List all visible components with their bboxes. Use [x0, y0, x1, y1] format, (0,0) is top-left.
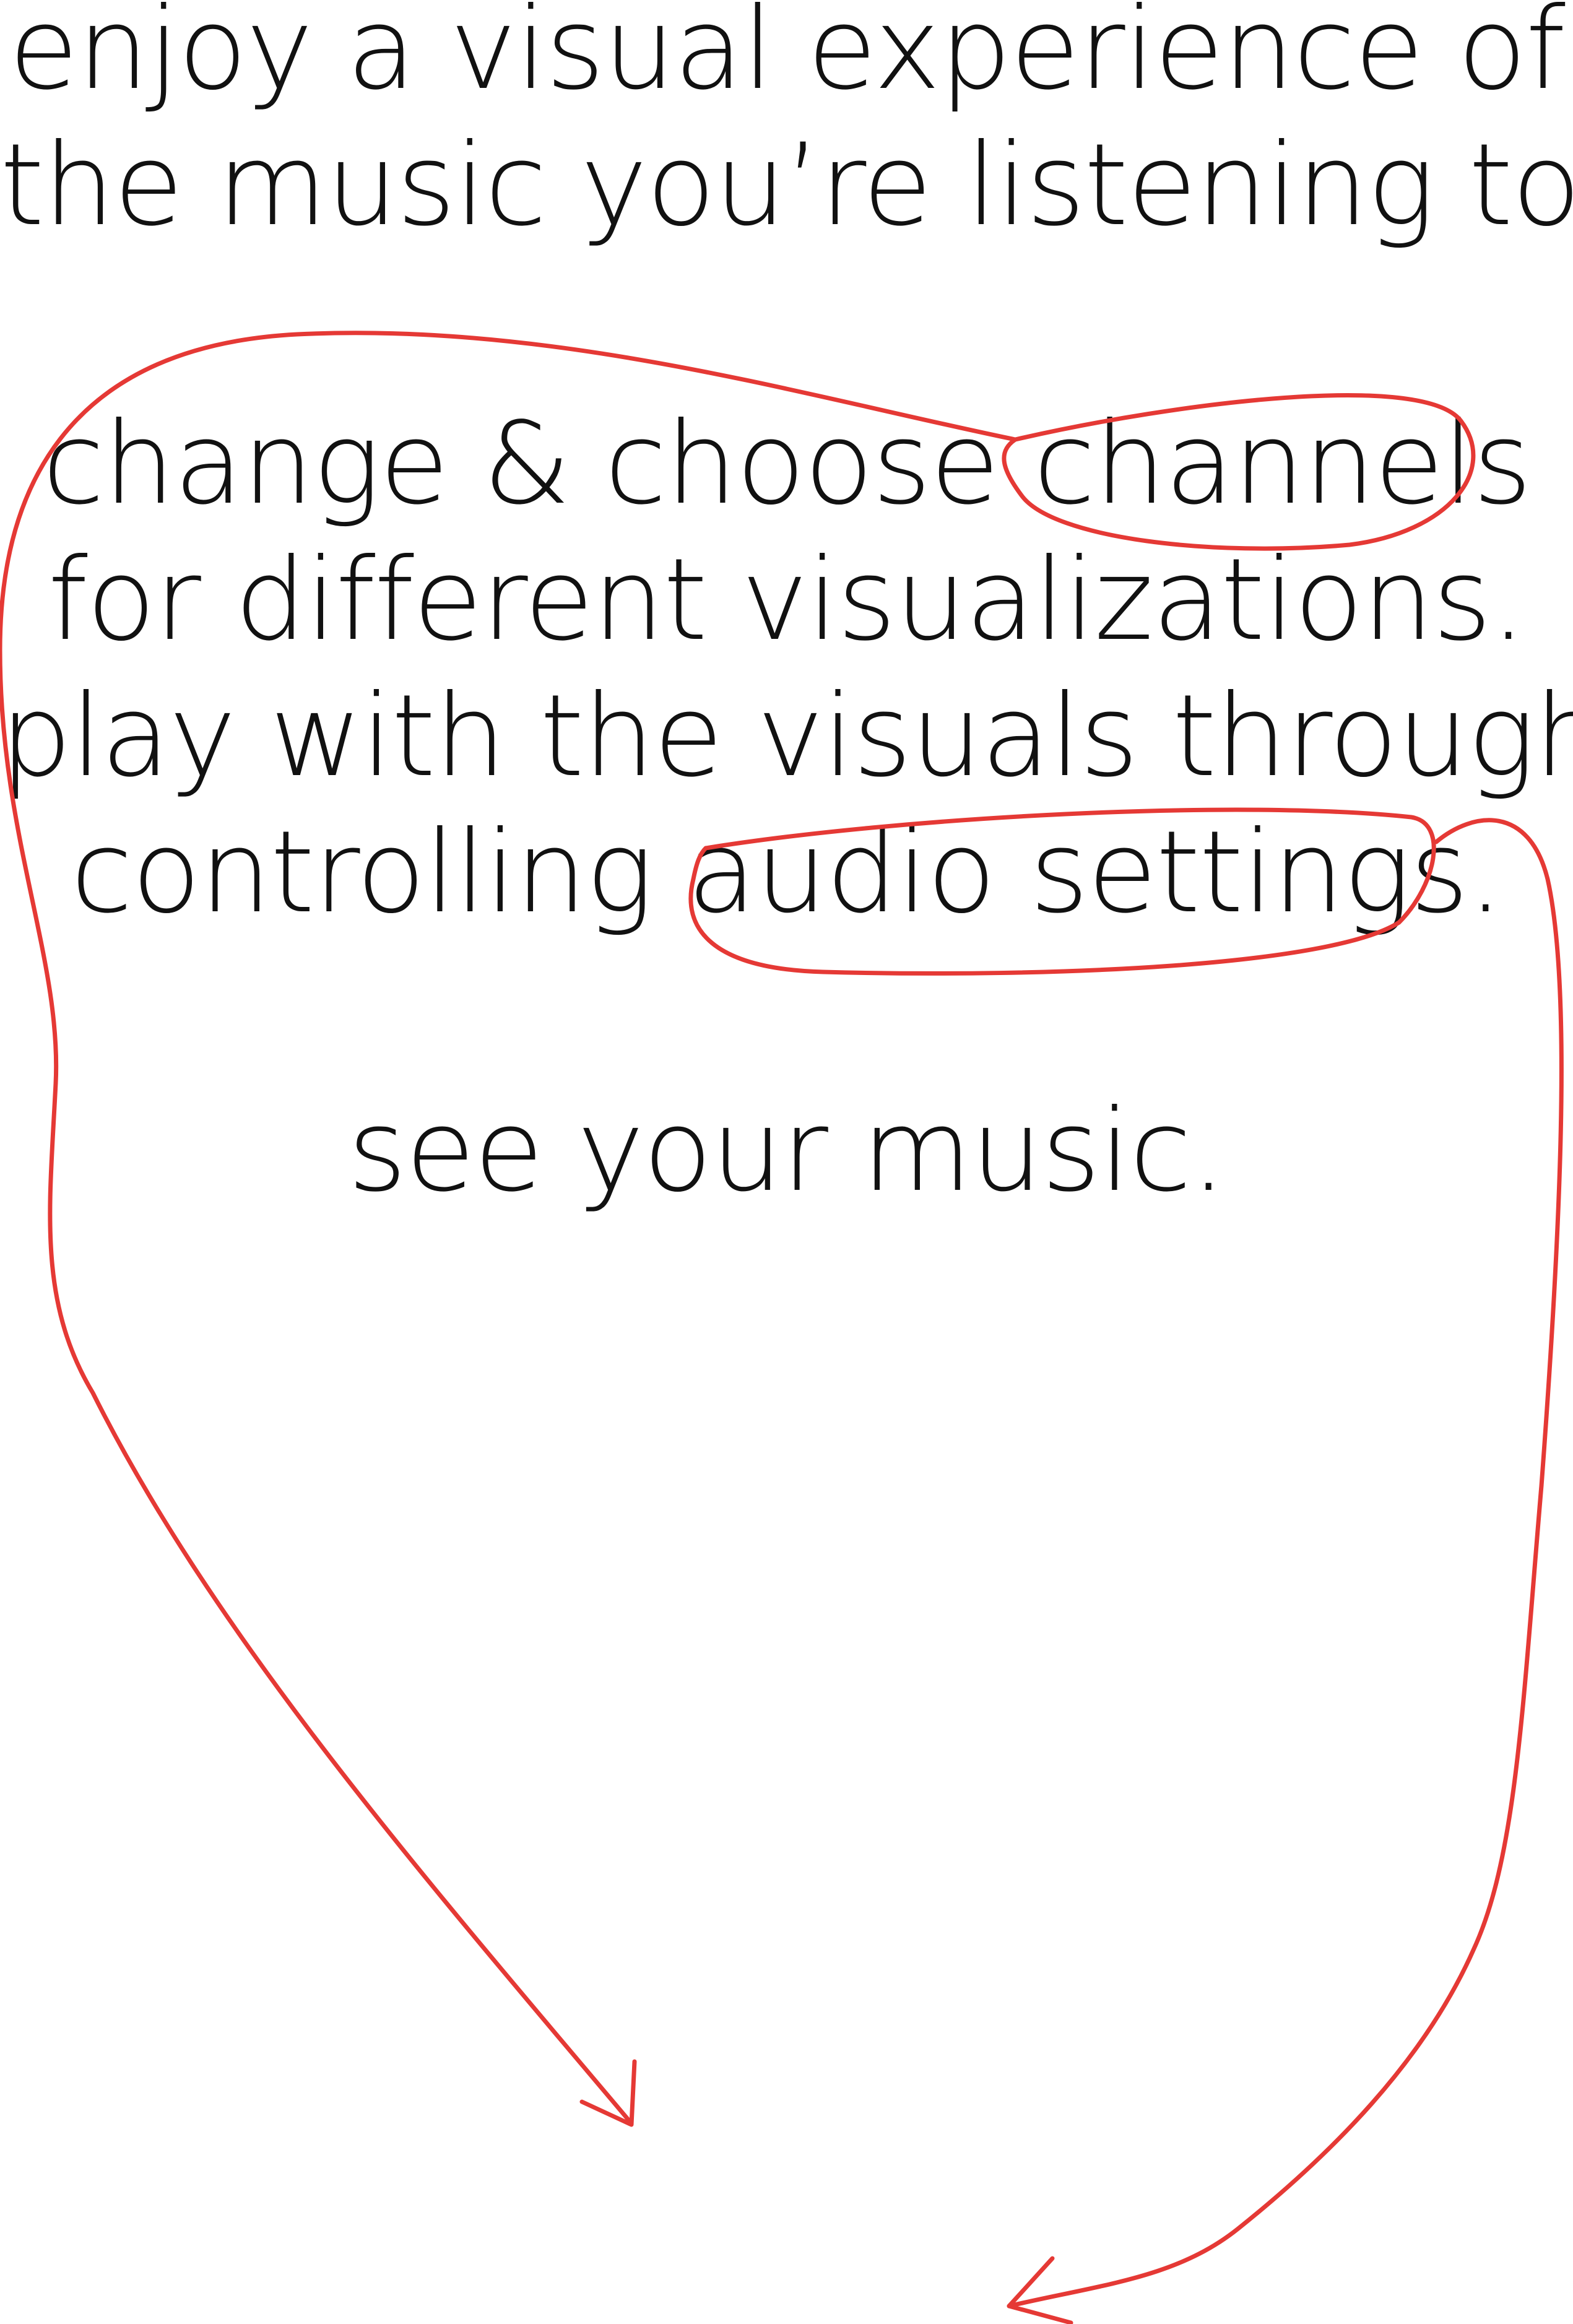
- features-line-1-prefix: change & choose: [42, 398, 1034, 530]
- audio-settings-arrow-line: [1007, 818, 1564, 2309]
- intro-text: enjoy a visual experience of the music y…: [0, 0, 1573, 254]
- features-line-1: change & choose channels: [0, 396, 1573, 532]
- features-text: change & choose channels for different v…: [0, 396, 1573, 941]
- channels-highlight: channels: [1033, 398, 1532, 530]
- intro-line-1: enjoy a visual experience of: [9, 0, 1566, 115]
- audio-settings-arrow-head: [1007, 2256, 1073, 2324]
- features-line-4-suffix: .: [1467, 807, 1504, 939]
- features-line-3: play with the visuals through: [0, 670, 1573, 802]
- closing-text: see your music.: [0, 1083, 1573, 1220]
- features-line-2: for different visualizations.: [48, 534, 1527, 666]
- closing-line-1: see your music.: [347, 1085, 1227, 1217]
- audio-settings-highlight: audio settings: [687, 807, 1469, 939]
- features-line-4-prefix: controlling: [71, 807, 688, 939]
- features-line-4: controlling audio settings.: [0, 805, 1573, 941]
- intro-line-2: the music you’re listening to.: [0, 119, 1573, 251]
- channels-arrow-head: [579, 2059, 637, 2127]
